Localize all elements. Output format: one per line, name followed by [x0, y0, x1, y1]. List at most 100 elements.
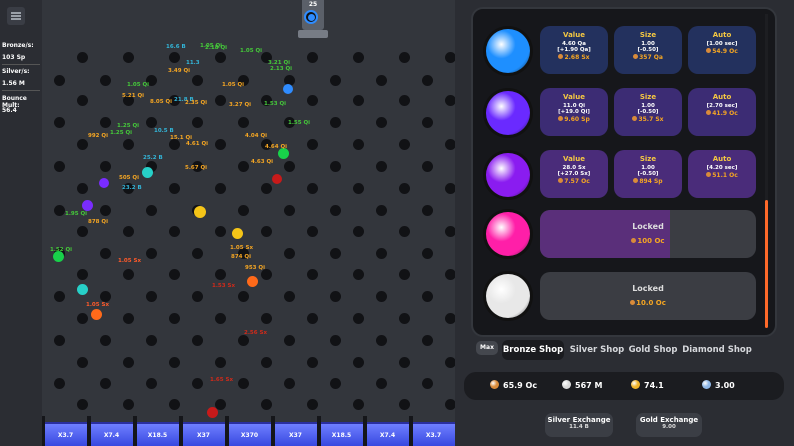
- upgrade-value-button[interactable]: Value 4.60 Qa [+1.90 Qa] 2.68 Sx: [540, 26, 608, 74]
- multiplier-bucket: X7.4: [366, 422, 409, 446]
- price-text: 54.9 Oc: [712, 48, 738, 55]
- peg: [284, 205, 295, 216]
- peg: [307, 95, 318, 106]
- peg: [399, 357, 410, 368]
- peg: [376, 75, 387, 86]
- tab-bronze-shop[interactable]: Bronze Shop: [502, 340, 564, 360]
- peg: [284, 291, 295, 302]
- upgrade-size-button[interactable]: Size 1.00 [-0.50] 894 Sp: [614, 150, 682, 198]
- scroll-thumb[interactable]: [765, 200, 768, 328]
- floating-value-text: 1.52 Qi: [50, 247, 73, 253]
- peg: [192, 117, 203, 128]
- peg: [376, 205, 387, 216]
- unlock-ball-button[interactable]: Locked 10.0 Oc: [540, 272, 756, 320]
- gold-exchange-button[interactable]: Gold Exchange 9.00: [636, 413, 702, 437]
- floating-value-text: 10.5 B: [154, 128, 174, 134]
- bucket-divider: [87, 416, 91, 446]
- peg: [77, 226, 88, 237]
- divider: [2, 90, 40, 91]
- ball-cannon[interactable]: 25: [298, 0, 328, 40]
- upgrade-current: [4.20 sec]: [706, 165, 738, 171]
- silver-rate-value: 1.56 M: [2, 80, 25, 87]
- upgrade-size-button[interactable]: Size 1.00 [-0.50] 35.7 Sx: [614, 88, 682, 136]
- floating-value-text: 3.49 Qi: [168, 68, 191, 74]
- price-text: 35.7 Sx: [638, 116, 664, 123]
- peg: [284, 378, 295, 389]
- upgrade-current: [1.00 sec]: [706, 41, 738, 47]
- locked-label: Locked: [632, 284, 664, 293]
- peg: [238, 378, 249, 389]
- menu-button[interactable]: [7, 7, 25, 25]
- bronze-rate-label: Bronze/s:: [2, 42, 34, 49]
- peg: [238, 291, 249, 302]
- peg: [215, 269, 226, 280]
- peg: [399, 313, 410, 324]
- ball: [141, 166, 153, 178]
- floating-value-text: 5.67 Qi: [185, 165, 208, 171]
- multiplier-bucket: X18.5: [320, 422, 363, 446]
- tab-diamond-shop[interactable]: Diamond Shop: [682, 340, 752, 360]
- silver-balance: 567 M: [562, 379, 602, 393]
- upgrade-delta: [-0.50]: [637, 109, 659, 115]
- bronze-coin-icon: [706, 110, 712, 115]
- bronze-coin-icon: [706, 48, 712, 53]
- floating-value-text: 4.63 Qi: [251, 159, 274, 165]
- floating-value-text: 2.35 Qi: [185, 100, 208, 106]
- floating-value-text: 16.6 B: [166, 44, 186, 50]
- upgrade-title: Value: [563, 31, 585, 39]
- plinko-board[interactable]: 25 16.6 B 1.05 Qi 2.18 Qi 1.05 Qi 3.21 Qi 3.4…: [42, 0, 455, 446]
- bronze-rate-value: 103 Sp: [2, 54, 26, 61]
- bucket-divider: [179, 416, 183, 446]
- balance-value: 3.00: [715, 381, 735, 390]
- upgrade-delta: [+19.0 Qi]: [558, 109, 590, 115]
- floating-value-text: 1.05 Qi: [222, 82, 245, 88]
- floating-value-text: 505 Qi: [119, 175, 139, 181]
- peg: [422, 117, 433, 128]
- floating-value-text: 1.05 Qi: [240, 48, 263, 54]
- peg: [238, 117, 249, 128]
- peg: [238, 205, 249, 216]
- max-button[interactable]: Max: [476, 341, 498, 355]
- upgrade-price: 357 Qa: [614, 54, 682, 61]
- bucket-divider: [271, 416, 275, 446]
- bronze-coin-icon: [633, 54, 639, 59]
- peg: [215, 226, 226, 237]
- upgrade-value-button[interactable]: Value 11.0 Qi [+19.0 Qi] 9.60 Sp: [540, 88, 608, 136]
- upgrade-value-button[interactable]: Value 28.0 Sx [+27.0 Sx] 7.57 Oc: [540, 150, 608, 198]
- tab-gold-shop[interactable]: Gold Shop: [628, 340, 678, 360]
- ball-type-icon: [486, 153, 530, 197]
- bronze-coin-icon: [490, 380, 499, 389]
- upgrade-price: 51.1 Oc: [688, 172, 756, 179]
- floating-value-text: 1.65 Sx: [210, 377, 233, 383]
- multiplier-bucket: X370: [228, 422, 271, 446]
- peg: [353, 269, 364, 280]
- bronze-coin-icon: [558, 116, 564, 121]
- floating-value-text: 23.2 B: [122, 185, 142, 191]
- cannon-eye-icon: [304, 10, 318, 24]
- peg: [146, 248, 157, 259]
- peg: [192, 291, 203, 302]
- floating-value-text: 1.95 Qi: [65, 211, 88, 217]
- unlock-ball-button[interactable]: Locked 100 Oc: [540, 210, 756, 258]
- silver-exchange-button[interactable]: Silver Exchange 11.4 B: [545, 413, 613, 437]
- peg: [146, 117, 157, 128]
- peg: [307, 269, 318, 280]
- upgrade-size-button[interactable]: Size 1.00 [-0.50] 357 Qa: [614, 26, 682, 74]
- peg: [330, 205, 341, 216]
- peg: [169, 313, 180, 324]
- peg: [215, 313, 226, 324]
- floating-value-text: 4.04 Qi: [245, 133, 268, 139]
- upgrade-auto-button[interactable]: Auto [1.00 sec] 54.9 Oc: [688, 26, 756, 74]
- locked-label: Locked: [632, 222, 664, 231]
- peg: [215, 357, 226, 368]
- floating-value-text: 11.3: [186, 60, 200, 66]
- scroll-track[interactable]: [765, 14, 768, 200]
- peg: [376, 378, 387, 389]
- floating-value-text: 1.25 Qi: [117, 123, 140, 129]
- price-text: 7.57 Oc: [564, 178, 590, 185]
- tab-silver-shop[interactable]: Silver Shop: [566, 340, 628, 360]
- upgrade-auto-button[interactable]: Auto [4.20 sec] 51.1 Oc: [688, 150, 756, 198]
- peg: [399, 399, 410, 410]
- price-text: 9.60 Sp: [564, 116, 590, 123]
- upgrade-auto-button[interactable]: Auto [2.70 sec] 41.9 Oc: [688, 88, 756, 136]
